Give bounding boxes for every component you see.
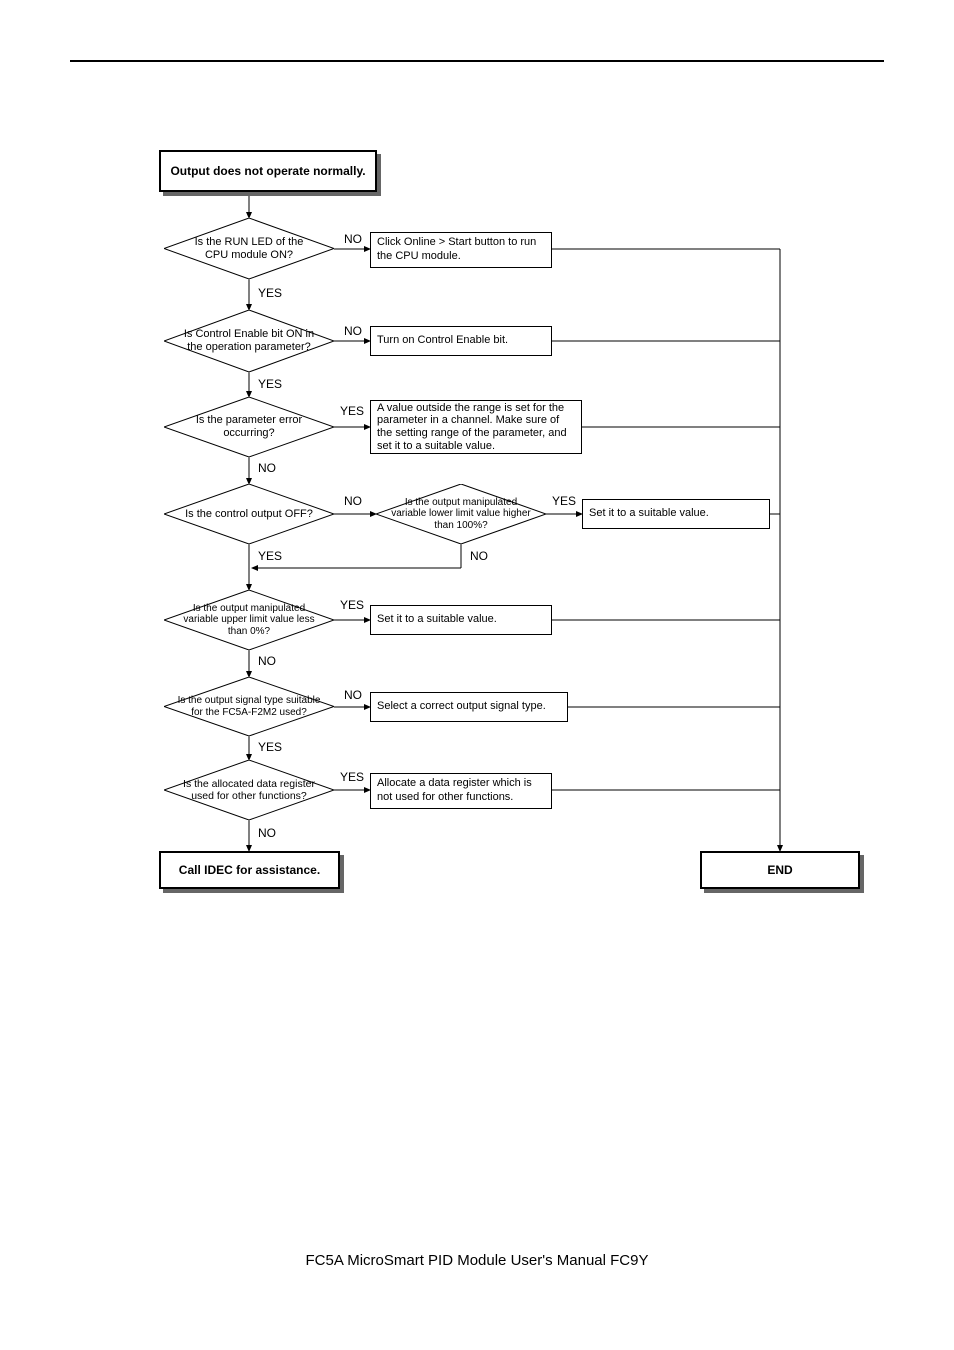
end-label: END bbox=[767, 863, 792, 878]
decision-control-output-off-label: Is the control output OFF? bbox=[185, 508, 313, 521]
action-set-suitable-2: Set it to a suitable value. bbox=[370, 605, 552, 635]
action-param-range-label: A value outside the range is set for the… bbox=[377, 402, 575, 453]
d5-no-label: NO bbox=[258, 654, 276, 668]
decision-upper-limit-label: Is the output manipulated variable upper… bbox=[178, 603, 320, 638]
action-turn-on-enable: Turn on Control Enable bit. bbox=[370, 326, 552, 356]
decision-run-led: Is the RUN LED of the CPU module ON? bbox=[164, 218, 334, 279]
action-select-signal-type-label: Select a correct output signal type. bbox=[377, 700, 546, 714]
d4-no-label: NO bbox=[344, 494, 362, 508]
decision-control-output-off: Is the control output OFF? bbox=[164, 484, 334, 544]
d3-no-label: NO bbox=[258, 461, 276, 475]
decision-param-error: Is the parameter error occurring? bbox=[164, 397, 334, 457]
decision-param-error-label: Is the parameter error occurring? bbox=[182, 414, 316, 439]
d1-yes-label: YES bbox=[258, 286, 282, 300]
decision-control-enable-label: Is Control Enable bit ON in the operatio… bbox=[182, 328, 316, 353]
action-set-suitable-1-label: Set it to a suitable value. bbox=[589, 507, 709, 521]
d1-no-label: NO bbox=[344, 232, 362, 246]
action-set-suitable-2-label: Set it to a suitable value. bbox=[377, 613, 497, 627]
d7-no-label: NO bbox=[258, 826, 276, 840]
page: Output does not operate normally. Is the… bbox=[0, 0, 954, 1350]
connector-overlay bbox=[0, 0, 954, 1350]
footer-text: FC5A MicroSmart PID Module User's Manual… bbox=[0, 1252, 954, 1269]
action-param-range: A value outside the range is set for the… bbox=[370, 400, 582, 454]
d2-no-label: NO bbox=[344, 324, 362, 338]
d4b-yes-label: YES bbox=[552, 494, 576, 508]
header-rule bbox=[70, 60, 884, 62]
d6-yes-label: YES bbox=[258, 740, 282, 754]
decision-control-enable: Is Control Enable bit ON in the operatio… bbox=[164, 310, 334, 372]
call-idec-label: Call IDEC for assistance. bbox=[179, 863, 320, 878]
d7-yes-label: YES bbox=[340, 770, 364, 784]
start-box: Output does not operate normally. bbox=[159, 150, 377, 192]
d6-no-label: NO bbox=[344, 688, 362, 702]
decision-lower-limit: Is the output manipulated variable lower… bbox=[376, 484, 546, 544]
decision-lower-limit-label: Is the output manipulated variable lower… bbox=[390, 497, 532, 532]
start-label: Output does not operate normally. bbox=[170, 164, 365, 179]
action-allocate-register-label: Allocate a data register which is not us… bbox=[377, 777, 545, 805]
action-turn-on-enable-label: Turn on Control Enable bit. bbox=[377, 334, 508, 348]
decision-output-signal-type: Is the output signal type suitable for t… bbox=[164, 677, 334, 736]
decision-data-register: Is the allocated data register used for … bbox=[164, 760, 334, 820]
decision-data-register-label: Is the allocated data register used for … bbox=[182, 778, 316, 802]
d4b-no-label: NO bbox=[470, 549, 488, 563]
action-start-cpu: Click Online > Start button to run the C… bbox=[370, 232, 552, 268]
action-select-signal-type: Select a correct output signal type. bbox=[370, 692, 568, 722]
action-start-cpu-label: Click Online > Start button to run the C… bbox=[377, 236, 545, 264]
d2-yes-label: YES bbox=[258, 377, 282, 391]
action-set-suitable-1: Set it to a suitable value. bbox=[582, 499, 770, 529]
d5-yes-label: YES bbox=[340, 598, 364, 612]
d4-yes-label: YES bbox=[258, 549, 282, 563]
end-box: END bbox=[700, 851, 860, 889]
decision-upper-limit: Is the output manipulated variable upper… bbox=[164, 590, 334, 650]
decision-output-signal-type-label: Is the output signal type suitable for t… bbox=[176, 695, 322, 718]
d3-yes-label: YES bbox=[340, 404, 364, 418]
call-idec-box: Call IDEC for assistance. bbox=[159, 851, 340, 889]
decision-run-led-label: Is the RUN LED of the CPU module ON? bbox=[182, 236, 316, 261]
action-allocate-register: Allocate a data register which is not us… bbox=[370, 773, 552, 809]
